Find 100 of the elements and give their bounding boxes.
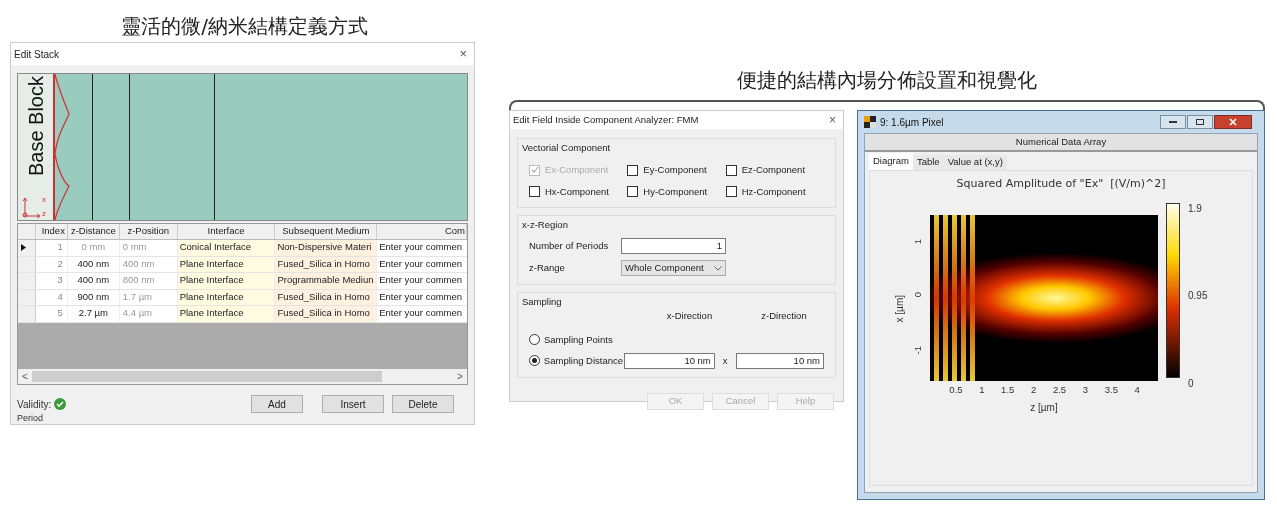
table-cell: Conical Interface [177,240,276,256]
radio-button[interactable] [529,355,540,367]
panel-header: Numerical Data Array [865,134,1257,152]
tick-label: -1 [910,345,924,355]
window-title: Edit Field Inside Component Analyzer: FMM [513,112,699,127]
scroll-left-button[interactable]: < [18,369,32,384]
tick-label: 1.5 [1000,382,1016,397]
dialog-button[interactable]: Insert [322,395,384,413]
scroll-right-button[interactable]: > [453,369,467,384]
tick-label: 2.5 [1051,382,1068,397]
column-header[interactable]: Index [35,224,68,239]
validity-label: Validity: [17,397,52,412]
table-row[interactable]: 5 2.7 µm 4.4 µm Plane Interface Fused_Silica in Homo Enter your commen [18,306,467,323]
tick-label: 3 [1081,382,1090,397]
axis-label: z [42,210,46,218]
table-cell: Non-Dispersive Materi [275,240,378,256]
table-cell: 400 nm [67,273,120,289]
close-button[interactable]: × [825,111,840,129]
colorbar-label: 0.95 [1188,289,1208,303]
checkbox-label: Hx-Component [545,184,609,199]
radio-label: Sampling Points [544,332,614,347]
table-cell: 0 mm [67,240,120,256]
group-label: Sampling [522,295,563,309]
tab[interactable]: Table [912,155,944,170]
dropdown[interactable]: Whole Component [621,260,726,276]
column-header[interactable]: z-Distance [67,224,120,239]
plot-title: Squared Amplitude of "Ex" [(V/m)^2] [956,176,1166,192]
checkbox[interactable] [725,186,737,198]
table-cell: 2.7 µm [67,306,120,322]
table-cell: Plane Interface [177,273,276,289]
checkbox[interactable] [725,164,737,176]
table-cell-text: Enter your commen [378,289,464,304]
table-cell-text: Enter your commen [378,273,464,287]
table-cell: 4.4 µm [119,306,178,322]
chevron-down-icon [714,265,722,271]
tick-label: 4 [1133,382,1141,397]
valid-check-icon [54,398,67,410]
checkbox-label: Hz-Component [741,184,806,199]
tick-label: 2 [1029,382,1038,397]
checkbox-label: Ex-Component [545,163,609,178]
group-label: x-z-Region [522,217,569,232]
dialog-button[interactable]: Add [251,395,303,413]
column-header[interactable]: Interface [177,224,276,239]
times-sign: x [722,353,728,368]
column-header: z-Direction [760,309,808,324]
tick-label: 1 [978,382,986,397]
tick-label: 0 [910,292,924,298]
table-row[interactable]: 3 400 nm 800 nm Plane Interface Programmable Mediun Enter your commen [18,273,467,290]
table-cell: 2 [35,256,68,272]
caption: 便捷的結構內場分佈設置和視覺化 [737,67,1037,94]
window-title: 9: 1.6µm Pixel [880,115,944,130]
close-button[interactable] [1214,115,1252,129]
checkbox[interactable] [627,186,639,198]
table-cell-text: Enter your commen [378,306,464,320]
tab[interactable]: Value at (x,y) [943,155,1007,170]
base-block-label: Base Block [25,76,46,177]
table-cell: 1.7 µm [119,289,178,305]
column-header[interactable]: Com [377,224,467,239]
row-pointer-icon [21,244,26,252]
colorbar-label: 1.9 [1188,201,1203,216]
input-field[interactable]: 1 [621,238,726,254]
table-cell: 400 nm [119,256,178,272]
maximize-button[interactable] [1187,115,1213,129]
column-header[interactable]: z-Position [119,224,178,239]
table-cell: 800 nm [119,273,178,289]
table-cell: 1 [35,240,68,256]
table-cell-text: Enter your commen [378,240,464,254]
close-button[interactable]: × [455,44,471,64]
table-row[interactable]: 1 0 mm 0 mm Conical Interface Non-Dispersive Materi Enter your commen [18,240,467,257]
axis-label: x [42,196,46,204]
axis-label: x [µm] [893,294,906,323]
axis-label: z [µm] [1030,400,1058,415]
table-cell: Fused_Silica in Homo [275,306,378,322]
window-title: Edit Stack [14,47,60,62]
period-label: Period [17,413,44,423]
input-field[interactable]: 10 nm [735,352,824,369]
table-cell: 0 mm [119,240,178,256]
table-cell: 900 nm [67,289,120,305]
caption: 靈活的微/納米結構定義方式 [121,13,368,40]
scrollbar-thumb[interactable] [32,371,382,382]
table-cell: 400 nm [67,256,120,272]
group-label: Vectorial Component [522,141,612,155]
checkmark-icon [530,166,539,175]
table-cell: Plane Interface [177,306,276,322]
close-icon [1229,118,1237,126]
checkbox[interactable] [627,164,639,176]
checkbox-label: Ey-Component [643,163,707,178]
radio-button[interactable] [529,334,540,346]
input-field[interactable]: 10 nm [624,352,715,369]
column-header[interactable]: Subsequent Medium [275,224,378,239]
table-cell: 5 [35,306,68,322]
colorbar-label: 0 [1188,376,1195,391]
minimize-button[interactable] [1160,115,1186,129]
dialog-button[interactable]: Delete [392,395,454,413]
table-cell: Programmable Mediun [275,273,378,289]
tick-label: 3.5 [1103,382,1119,397]
tab[interactable]: Diagram [869,153,913,170]
checkbox[interactable] [529,186,540,198]
tick-label: 1 [910,238,924,244]
field-label: z-Range [529,260,566,275]
